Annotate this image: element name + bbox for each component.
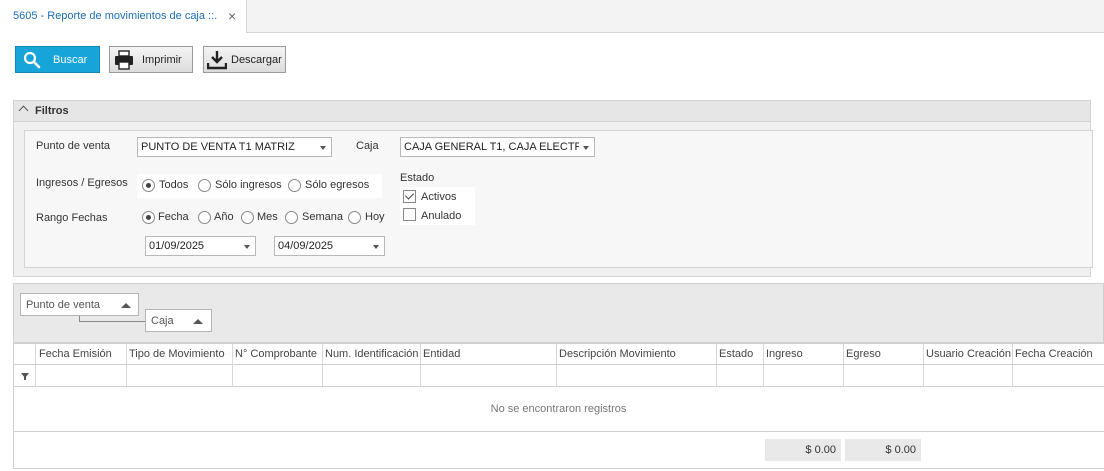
col-estado[interactable]: Estado (719, 348, 762, 360)
rango-fechas-label: Rango Fechas (36, 212, 108, 224)
col-fecha-emision[interactable]: Fecha Emisión (39, 348, 125, 360)
search-button[interactable]: Buscar (15, 46, 100, 73)
empty-message: No se encontraron registros (490, 403, 627, 415)
checkbox-anulado[interactable] (403, 208, 416, 221)
radio-solo-egresos-label[interactable]: Sólo egresos (305, 179, 369, 191)
ingresos-radio-group: Todos Sólo ingresos Sólo egresos (137, 174, 382, 198)
col-descripcion-movimiento[interactable]: Descripción Movimiento (559, 348, 714, 360)
caja-select[interactable]: CAJA GENERAL T1, CAJA ELECTR... (400, 137, 595, 157)
fecha-hasta-picker[interactable]: 04/09/2025 (274, 236, 385, 256)
chevron-down-icon (373, 245, 379, 249)
radio-solo-egresos[interactable] (288, 179, 301, 192)
filter-icon-stem (24, 376, 26, 380)
punto-venta-select[interactable]: PUNTO DE VENTA T1 MATRIZ (137, 137, 332, 157)
tab-report[interactable]: 5605 - Reporte de movimientos de caja ::… (0, 0, 247, 33)
radio-semana[interactable] (285, 211, 298, 224)
printer-icon (115, 50, 133, 70)
fecha-desde-value: 01/09/2025 (149, 240, 205, 252)
print-button-label: Imprimir (142, 54, 182, 66)
sort-asc-icon (121, 303, 131, 308)
download-button-label: Descargar (231, 54, 282, 66)
total-ingreso-value: $ 0.00 (805, 444, 836, 456)
search-button-label: Buscar (53, 54, 88, 66)
chevron-up-icon[interactable] (18, 105, 29, 116)
filters-title: Filtros (35, 105, 69, 117)
filters-header[interactable]: Filtros (13, 100, 1091, 122)
radio-hoy[interactable] (348, 211, 361, 224)
close-icon[interactable]: × (228, 8, 236, 24)
col-egreso[interactable]: Egreso (846, 348, 920, 360)
radio-mes[interactable] (241, 211, 254, 224)
group-punto-venta-label: Punto de venta (26, 299, 101, 311)
grid-footer: $ 0.00 $ 0.00 (13, 431, 1104, 469)
radio-todos[interactable] (142, 179, 155, 192)
search-icon (23, 51, 41, 69)
download-button[interactable]: Descargar (203, 46, 286, 73)
checkbox-anulado-label[interactable]: Anulado (421, 210, 461, 222)
col-entidad[interactable]: Entidad (423, 348, 553, 360)
col-fecha-creacion[interactable]: Fecha Creación (1015, 348, 1103, 360)
estado-group: Activos Anulado (400, 187, 475, 225)
radio-solo-ingresos[interactable] (198, 179, 211, 192)
radio-hoy-label[interactable]: Hoy (365, 211, 385, 223)
sort-asc-icon (193, 319, 203, 324)
col-num-identificacion[interactable]: Num. Identificación (325, 348, 420, 360)
tab-title: 5605 - Reporte de movimientos de caja ::… (13, 10, 218, 22)
total-ingreso: $ 0.00 (765, 439, 841, 461)
chevron-down-icon (583, 146, 589, 150)
rango-radio-group: Fecha Año Mes Semana Hoy (137, 206, 387, 230)
checkbox-activos[interactable] (403, 190, 416, 203)
download-icon (207, 51, 227, 70)
estado-label: Estado (400, 172, 435, 184)
fecha-hasta-value: 04/09/2025 (278, 240, 334, 252)
punto-venta-value: PUNTO DE VENTA T1 MATRIZ (141, 141, 295, 153)
col-tipo-movimiento[interactable]: Tipo de Movimiento (129, 348, 232, 360)
radio-semana-label[interactable]: Semana (302, 211, 343, 223)
radio-anio[interactable] (198, 211, 211, 224)
grid-header: Fecha Emisión Tipo de Movimiento N° Comp… (13, 343, 1104, 365)
group-connector (79, 316, 146, 322)
grid-left-border (13, 343, 14, 469)
fecha-desde-picker[interactable]: 01/09/2025 (145, 236, 256, 256)
group-caja[interactable]: Caja (145, 309, 212, 332)
chevron-down-icon (320, 146, 326, 150)
col-ingreso[interactable]: Ingreso (766, 348, 840, 360)
group-punto-venta[interactable]: Punto de venta (20, 293, 139, 316)
total-egreso-value: $ 0.00 (885, 444, 916, 456)
ingresos-label: Ingresos / Egresos (36, 177, 128, 189)
caja-label: Caja (356, 140, 379, 152)
radio-solo-ingresos-label[interactable]: Sólo ingresos (215, 179, 282, 191)
col-usuario-creacion[interactable]: Usuario Creación (926, 348, 1012, 360)
col-numero-comprobante[interactable]: N° Comprobante (235, 348, 322, 360)
checkbox-activos-label[interactable]: Activos (421, 191, 456, 203)
grid-filter-row (13, 365, 1104, 387)
print-button[interactable]: Imprimir (109, 46, 193, 73)
caja-value: CAJA GENERAL T1, CAJA ELECTR... (404, 141, 579, 153)
group-caja-label: Caja (151, 315, 174, 327)
radio-fecha[interactable] (142, 211, 155, 224)
punto-venta-label: Punto de venta (36, 140, 111, 152)
radio-todos-label[interactable]: Todos (159, 179, 188, 191)
total-egreso: $ 0.00 (845, 439, 921, 461)
radio-anio-label[interactable]: Año (214, 211, 234, 223)
radio-mes-label[interactable]: Mes (257, 211, 278, 223)
radio-fecha-label[interactable]: Fecha (158, 211, 189, 223)
chevron-down-icon (244, 245, 250, 249)
